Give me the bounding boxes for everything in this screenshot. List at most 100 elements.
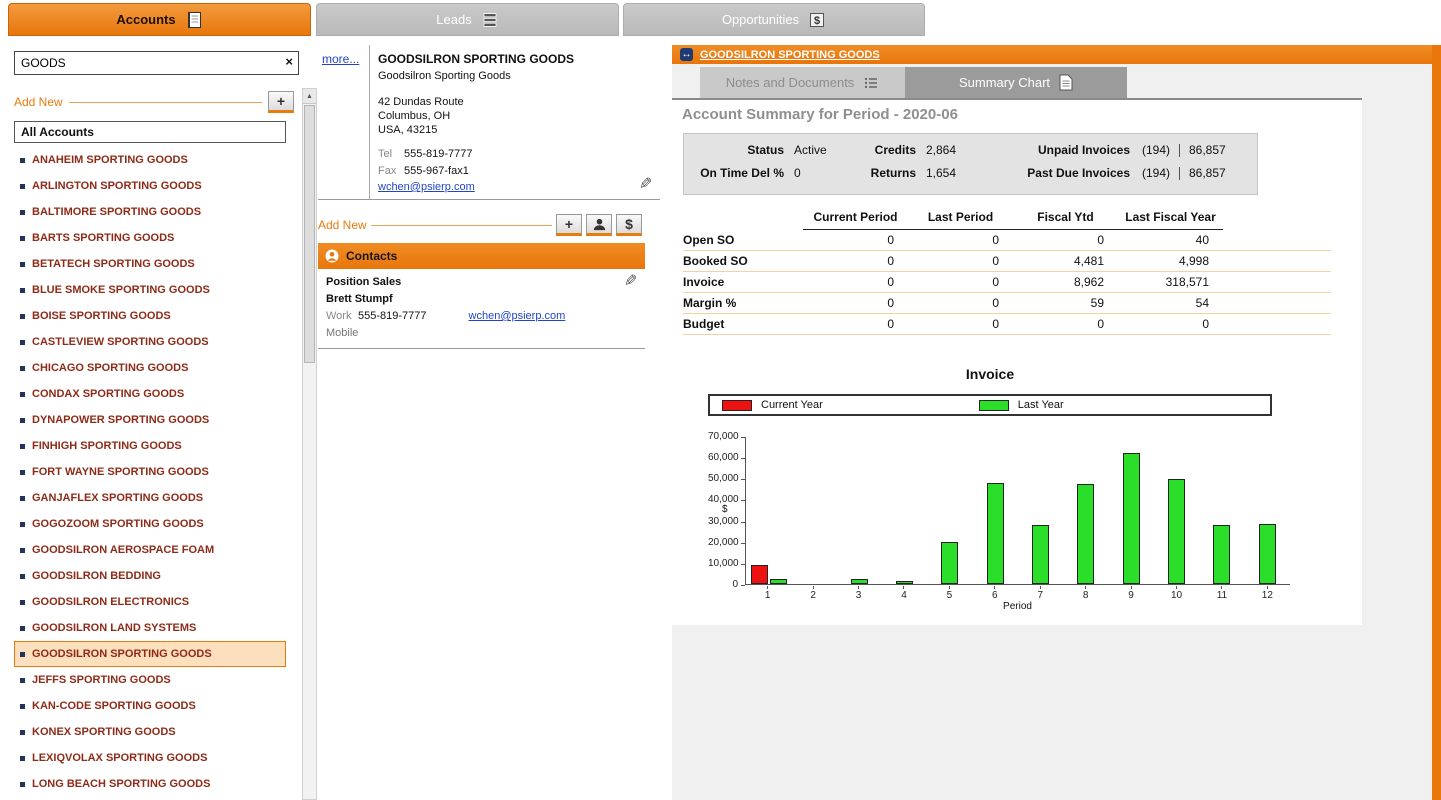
fax-label: Fax [378,165,397,177]
account-list-item[interactable]: DYNAPOWER SPORTING GOODS [14,407,286,433]
account-list-item[interactable]: BALTIMORE SPORTING GOODS [14,199,286,225]
scrollbar-thumb[interactable] [304,105,315,363]
account-list-item[interactable]: JEFFS SPORTING GOODS [14,667,286,693]
account-list-item[interactable]: KAN-CODE SPORTING GOODS [14,693,286,719]
crm-application: Accounts Leads Opportunities $ × Add New [0,0,1441,800]
contact-name: Brett Stumpf [326,293,393,305]
clear-search-icon[interactable]: × [285,54,293,69]
account-name: ANAHEIM SPORTING GOODS [32,154,188,166]
tel-value: 555-819-7777 [404,148,473,160]
chart-bar-last-year [1077,484,1095,584]
unpaid-invoices-count: (194) [1141,143,1170,157]
bullet-icon [20,781,25,787]
fax-line: Fax 555-967-fax1 [378,163,652,180]
y-axis-tick [741,521,745,523]
account-list-header: All Accounts [14,121,286,143]
divider [1179,143,1180,157]
scroll-up-icon[interactable]: ▲ [303,89,316,104]
unpaid-invoices-label: Unpaid Invoices [1037,143,1130,157]
tab-opportunities[interactable]: Opportunities $ [623,3,925,36]
account-list-item[interactable]: BLUE SMOKE SPORTING GOODS [14,277,286,303]
account-list-item[interactable]: KONEX SPORTING GOODS [14,719,286,745]
dollar-icon: $ [808,11,826,29]
account-list-item[interactable]: GOODSILRON ELECTRONICS [14,589,286,615]
account-detail-card: more... GOODSILRON SPORTING GOODS Goodsi… [318,45,660,200]
contact-position: Position Sales [326,276,402,288]
account-name: BOISE SPORTING GOODS [32,310,171,322]
account-name: CASTLEVIEW SPORTING GOODS [32,336,209,348]
account-list-item[interactable]: LONG BEACH SPORTING GOODS [14,771,286,797]
account-list-item[interactable]: CHICAGO SPORTING GOODS [14,355,286,381]
edit-account-icon[interactable]: ✎ [639,176,652,193]
period-heading: Account Summary for Period - 2020-06 [682,106,958,123]
account-name: BALTIMORE SPORTING GOODS [32,206,202,218]
address-line-2: Columbus, OH [378,110,451,122]
add-contact-button[interactable]: + [556,214,582,236]
summary-cell: 0 [887,275,894,289]
bullet-icon [20,209,25,215]
y-axis-tick-label: 60,000 [708,452,739,464]
summary-cell: 8,962 [1073,275,1104,289]
account-list-item[interactable]: CONDAX SPORTING GOODS [14,381,286,407]
breadcrumb-account-link[interactable]: GOODSILRON SPORTING GOODS [700,49,880,61]
plus-icon: + [276,93,286,109]
tab-summary-chart[interactable]: Summary Chart [905,67,1127,98]
status-summary-box: Status Active Credits 2,864 Unpaid Invoi… [683,133,1258,195]
add-opportunity-button[interactable]: $ [616,214,642,236]
account-list-item[interactable]: CASTLEVIEW SPORTING GOODS [14,329,286,355]
account-list-item[interactable]: FINHIGH SPORTING GOODS [14,433,286,459]
account-list-item[interactable]: FORT WAYNE SPORTING GOODS [14,459,286,485]
legend-swatch [722,399,752,411]
bullet-icon [20,521,25,527]
person-icon [325,249,339,263]
search-box: × [14,51,299,75]
right-edge-strip [1432,45,1441,800]
account-name: BETATECH SPORTING GOODS [32,258,195,270]
contacts-section-header: Contacts [318,243,645,269]
account-list-item[interactable]: GOODSILRON AEROSPACE FOAM [14,537,286,563]
account-name: ARLINGTON SPORTING GOODS [32,180,202,192]
summary-cell: 0 [1097,317,1104,331]
chart-bar-last-year [1168,479,1186,584]
svg-text:$: $ [814,15,820,27]
account-list-item[interactable]: GOGOZOOM SPORTING GOODS [14,511,286,537]
account-list-item[interactable]: ANAHEIM SPORTING GOODS [14,147,286,173]
summary-table-column-header: Last Period [908,210,1013,230]
expand-arrows-icon[interactable]: ↔ [680,48,693,61]
summary-tab-row: Notes and Documents Summary Chart [672,64,1362,100]
account-list-item[interactable]: BARTS SPORTING GOODS [14,225,286,251]
contact-email-link[interactable]: wchen@psierp.com [469,310,566,322]
legend-label: Last Year [1017,399,1064,411]
sidebar-scrollbar[interactable]: ▲ [302,88,317,800]
account-name: GANJAFLEX SPORTING GOODS [32,492,204,504]
add-account-button[interactable]: + [268,91,294,113]
account-list-item[interactable]: GANJAFLEX SPORTING GOODS [14,485,286,511]
stack-icon [481,11,499,29]
account-list-item-selected[interactable]: GOODSILRON SPORTING GOODS [14,641,286,667]
account-list-item[interactable]: GOODSILRON LAND SYSTEMS [14,615,286,641]
account-list-item[interactable]: ARLINGTON SPORTING GOODS [14,173,286,199]
account-list-item[interactable]: GOODSILRON BEDDING [14,563,286,589]
more-link[interactable]: more... [322,52,359,66]
add-person-button[interactable] [586,214,612,236]
account-name: LONG BEACH SPORTING GOODS [32,778,211,790]
tab-summary-label: Summary Chart [958,75,1051,90]
account-list-item[interactable]: BETATECH SPORTING GOODS [14,251,286,277]
x-axis-tick-label: 10 [1154,586,1199,601]
search-input[interactable] [14,51,299,75]
account-list-item[interactable]: LEXIQVOLAX SPORTING GOODS [14,745,286,771]
edit-contact-icon[interactable]: ✎ [624,273,637,290]
tab-accounts[interactable]: Accounts [8,3,311,36]
legend-label: Current Year [761,399,823,411]
tab-notes-and-documents[interactable]: Notes and Documents [700,67,905,98]
summary-cell: 0 [887,254,894,268]
account-list-item[interactable]: BOISE SPORTING GOODS [14,303,286,329]
work-label: Work [326,310,352,322]
add-new-label: Add New [14,95,63,109]
x-axis-tick-label: 1 [745,586,790,601]
account-name: LEXIQVOLAX SPORTING GOODS [32,752,208,764]
account-email-link[interactable]: wchen@psierp.com [378,181,475,193]
x-axis-tick-label: 9 [1108,586,1153,601]
tab-leads[interactable]: Leads [316,3,619,36]
summary-cell: 0 [992,254,999,268]
